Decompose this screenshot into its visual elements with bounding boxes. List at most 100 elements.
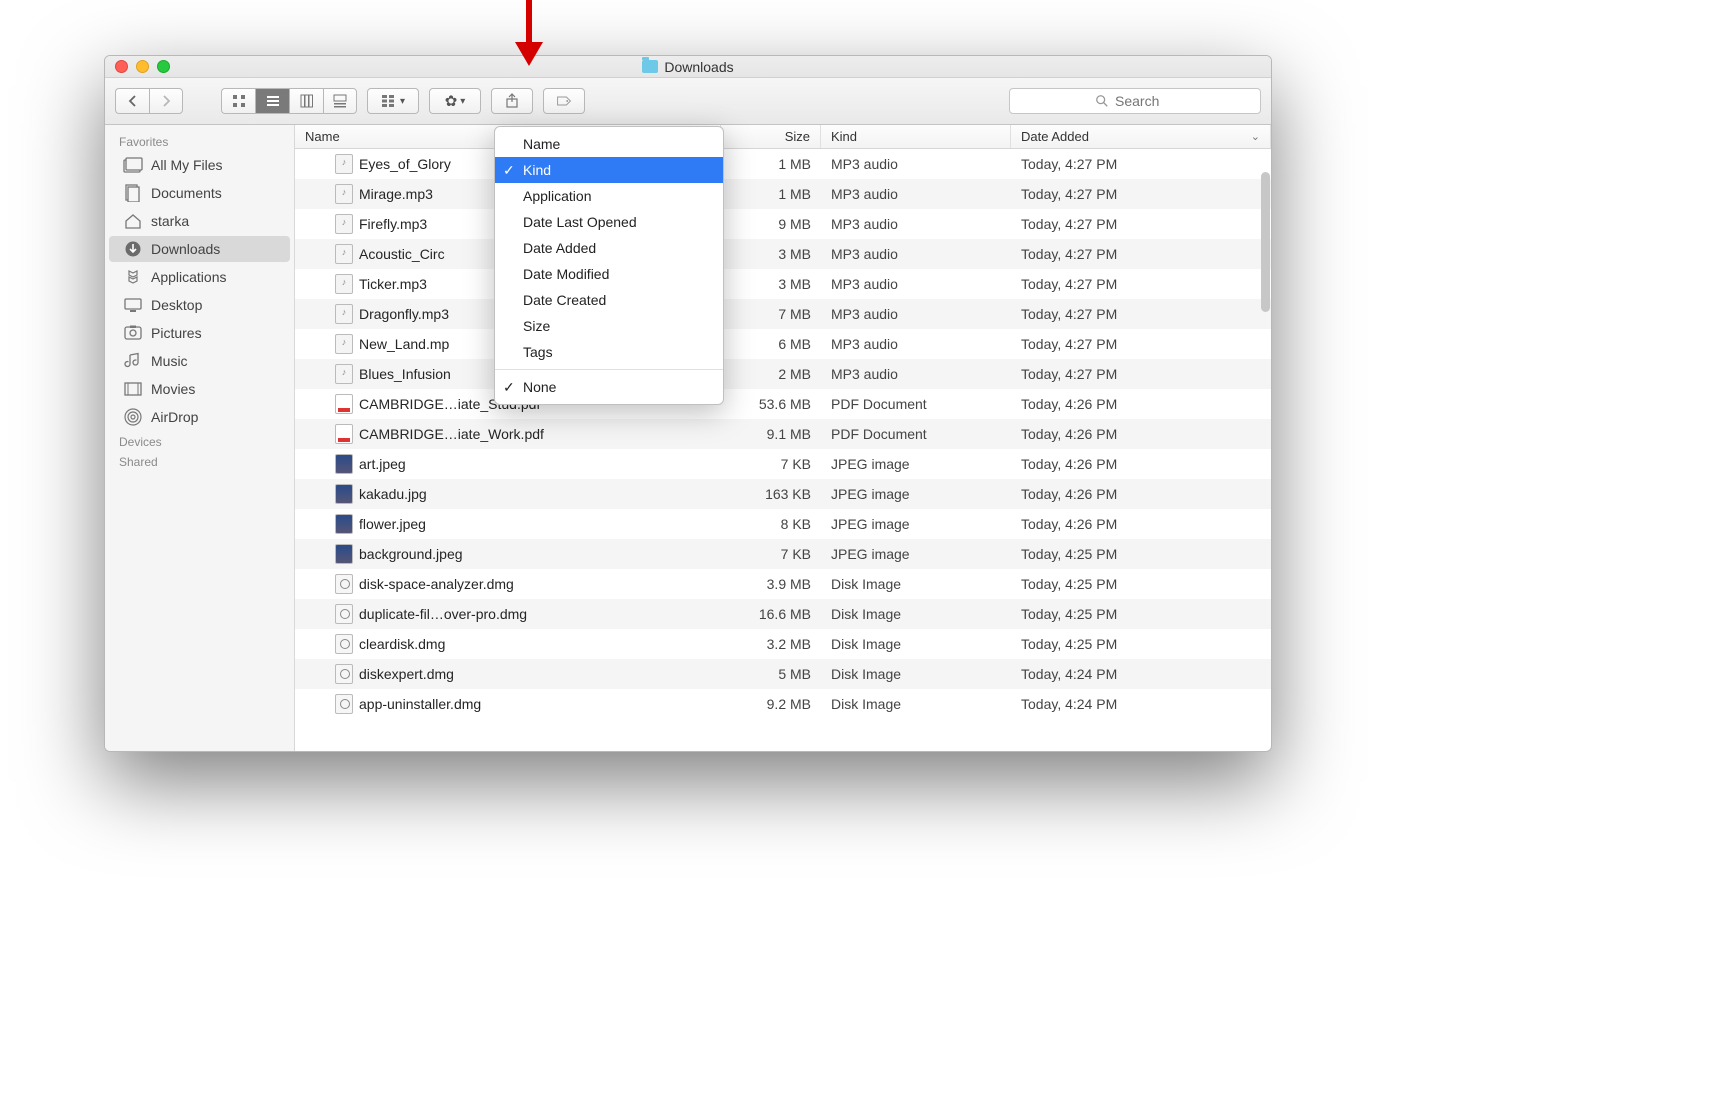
file-date: Today, 4:26 PM [1011, 426, 1271, 442]
file-row[interactable]: duplicate-fil…over-pro.dmg16.6 MBDisk Im… [295, 599, 1271, 629]
column-kind[interactable]: Kind [821, 125, 1011, 148]
file-row[interactable]: background.jpeg7 KBJPEG imageToday, 4:25… [295, 539, 1271, 569]
file-row[interactable]: disk-space-analyzer.dmg3.9 MBDisk ImageT… [295, 569, 1271, 599]
sidebar-item-downloads[interactable]: Downloads [109, 236, 290, 262]
file-kind: PDF Document [821, 426, 1011, 442]
file-row[interactable]: Eyes_of_Glory1 MBMP3 audioToday, 4:27 PM [295, 149, 1271, 179]
tags-button[interactable] [543, 88, 585, 114]
file-size: 3 MB [721, 276, 821, 292]
file-date: Today, 4:26 PM [1011, 396, 1271, 412]
icon-view-button[interactable] [221, 88, 255, 114]
search-icon [1095, 94, 1109, 108]
dropdown-item-none[interactable]: ✓None [495, 374, 723, 400]
file-icon [335, 454, 353, 474]
dropdown-item-date-added[interactable]: Date Added [495, 235, 723, 261]
file-row[interactable]: Firefly.mp39 MBMP3 audioToday, 4:27 PM [295, 209, 1271, 239]
file-size: 7 KB [721, 546, 821, 562]
file-list[interactable]: Eyes_of_Glory1 MBMP3 audioToday, 4:27 PM… [295, 149, 1271, 751]
back-button[interactable] [115, 88, 149, 114]
share-button[interactable] [491, 88, 533, 114]
sidebar-item-label: Movies [151, 381, 195, 397]
dropdown-item-size[interactable]: Size [495, 313, 723, 339]
file-icon [335, 424, 353, 444]
dropdown-item-name[interactable]: Name [495, 131, 723, 157]
search-input[interactable] [1115, 93, 1175, 109]
sidebar-item-movies[interactable]: Movies [109, 376, 290, 402]
file-row[interactable]: Mirage.mp31 MBMP3 audioToday, 4:27 PM [295, 179, 1271, 209]
finder-window: Downloads ▾ ✿ ▾ [104, 55, 1272, 752]
file-name: duplicate-fil…over-pro.dmg [359, 606, 527, 622]
file-kind: JPEG image [821, 516, 1011, 532]
file-kind: MP3 audio [821, 306, 1011, 322]
sidebar: FavoritesAll My FilesDocumentsstarkaDown… [105, 125, 295, 751]
sidebar-section-header: Favorites [105, 131, 294, 151]
file-row[interactable]: app-uninstaller.dmg9.2 MBDisk ImageToday… [295, 689, 1271, 719]
file-row[interactable]: New_Land.mp6 MBMP3 audioToday, 4:27 PM [295, 329, 1271, 359]
sidebar-item-label: Pictures [151, 325, 202, 341]
search-field[interactable] [1009, 88, 1261, 114]
arrange-dropdown: Name✓KindApplicationDate Last OpenedDate… [494, 126, 724, 405]
sidebar-item-applications[interactable]: Applications [109, 264, 290, 290]
file-row[interactable]: Ticker.mp33 MBMP3 audioToday, 4:27 PM [295, 269, 1271, 299]
coverflow-view-button[interactable] [323, 88, 357, 114]
close-button[interactable] [115, 60, 128, 73]
sidebar-item-starka[interactable]: starka [109, 208, 290, 234]
toolbar: ▾ ✿ ▾ [105, 78, 1271, 125]
file-date: Today, 4:27 PM [1011, 306, 1271, 322]
documents-icon [123, 184, 143, 202]
file-kind: Disk Image [821, 696, 1011, 712]
dropdown-item-tags[interactable]: Tags [495, 339, 723, 365]
folder-icon [642, 60, 658, 73]
file-kind: Disk Image [821, 666, 1011, 682]
file-row[interactable]: Dragonfly.mp37 MBMP3 audioToday, 4:27 PM [295, 299, 1271, 329]
file-kind: MP3 audio [821, 216, 1011, 232]
file-name: New_Land.mp [359, 336, 449, 352]
file-date: Today, 4:26 PM [1011, 486, 1271, 502]
column-date-added[interactable]: Date Added ⌄ [1011, 125, 1271, 148]
nav-buttons [115, 88, 183, 114]
scrollbar-thumb[interactable] [1261, 172, 1270, 312]
file-row[interactable]: Acoustic_Circ3 MBMP3 audioToday, 4:27 PM [295, 239, 1271, 269]
file-row[interactable]: Blues_Infusion2 MBMP3 audioToday, 4:27 P… [295, 359, 1271, 389]
sidebar-item-all-my-files[interactable]: All My Files [109, 152, 290, 178]
action-button[interactable]: ✿ ▾ [429, 88, 481, 114]
file-name: Dragonfly.mp3 [359, 306, 449, 322]
dropdown-item-date-last-opened[interactable]: Date Last Opened [495, 209, 723, 235]
file-row[interactable]: flower.jpeg8 KBJPEG imageToday, 4:26 PM [295, 509, 1271, 539]
dropdown-item-kind[interactable]: ✓Kind [495, 157, 723, 183]
file-row[interactable]: art.jpeg7 KBJPEG imageToday, 4:26 PM [295, 449, 1271, 479]
minimize-button[interactable] [136, 60, 149, 73]
file-row[interactable]: diskexpert.dmg5 MBDisk ImageToday, 4:24 … [295, 659, 1271, 689]
annotation-arrow [509, 0, 549, 68]
sidebar-item-airdrop[interactable]: AirDrop [109, 404, 290, 430]
view-buttons [221, 88, 357, 114]
arrange-button[interactable]: ▾ [367, 88, 419, 114]
column-size[interactable]: Size [721, 125, 821, 148]
column-headers: Name Size Kind Date Added ⌄ [295, 125, 1271, 149]
file-icon [335, 364, 353, 384]
file-row[interactable]: CAMBRIDGE…iate_Work.pdf9.1 MBPDF Documen… [295, 419, 1271, 449]
dropdown-item-date-created[interactable]: Date Created [495, 287, 723, 313]
dropdown-item-application[interactable]: Application [495, 183, 723, 209]
list-view-button[interactable] [255, 88, 289, 114]
file-date: Today, 4:25 PM [1011, 636, 1271, 652]
sidebar-item-documents[interactable]: Documents [109, 180, 290, 206]
file-date: Today, 4:27 PM [1011, 276, 1271, 292]
file-kind: Disk Image [821, 606, 1011, 622]
forward-button[interactable] [149, 88, 183, 114]
file-row[interactable]: CAMBRIDGE…iate_Stud.pdf53.6 MBPDF Docume… [295, 389, 1271, 419]
dropdown-item-date-modified[interactable]: Date Modified [495, 261, 723, 287]
file-date: Today, 4:27 PM [1011, 156, 1271, 172]
sidebar-item-pictures[interactable]: Pictures [109, 320, 290, 346]
file-row[interactable]: kakadu.jpg163 KBJPEG imageToday, 4:26 PM [295, 479, 1271, 509]
sidebar-item-desktop[interactable]: Desktop [109, 292, 290, 318]
column-view-button[interactable] [289, 88, 323, 114]
file-name: Ticker.mp3 [359, 276, 427, 292]
file-name: background.jpeg [359, 546, 463, 562]
file-icon [335, 214, 353, 234]
zoom-button[interactable] [157, 60, 170, 73]
file-row[interactable]: cleardisk.dmg3.2 MBDisk ImageToday, 4:25… [295, 629, 1271, 659]
file-icon [335, 574, 353, 594]
sidebar-item-music[interactable]: Music [109, 348, 290, 374]
file-date: Today, 4:24 PM [1011, 666, 1271, 682]
